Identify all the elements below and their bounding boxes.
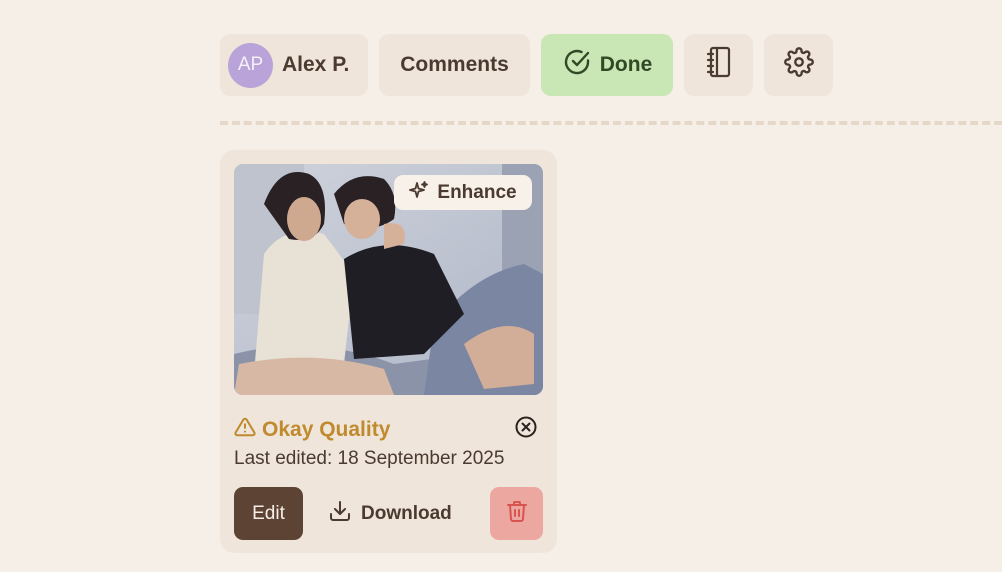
top-toolbar: AP Alex P. Comments Done [220,34,833,96]
close-circle-icon [515,416,537,443]
notebook-icon [705,46,733,84]
photo-card: Enhance Okay Quality Last edited: 18 Sep… [220,150,557,553]
comments-button[interactable]: Comments [379,34,530,96]
photo-thumbnail[interactable]: Enhance [234,164,543,395]
download-icon [328,499,352,529]
quality-status: Okay Quality [234,416,390,444]
dismiss-button[interactable] [515,416,537,443]
last-edited-text: Last edited: 18 September 2025 [234,448,505,469]
edit-button[interactable]: Edit [234,487,303,540]
delete-button[interactable] [490,487,543,540]
check-circle-icon [562,47,592,83]
done-label: Done [599,53,653,76]
avatar: AP [228,42,273,88]
section-divider [220,121,1002,125]
notebook-button[interactable] [684,34,753,96]
user-button[interactable]: AP Alex P. [220,34,368,96]
download-label: Download [361,502,452,524]
download-button[interactable]: Download [328,487,452,540]
warning-icon [234,416,256,444]
enhance-label: Enhance [437,181,517,203]
sparkle-icon [409,180,429,206]
enhance-button[interactable]: Enhance [394,175,532,210]
settings-button[interactable] [764,34,833,96]
user-name: Alex P. [282,53,350,76]
gear-icon [783,47,814,83]
quality-label: Okay Quality [262,418,391,441]
done-button[interactable]: Done [541,34,673,96]
trash-icon [505,499,529,528]
